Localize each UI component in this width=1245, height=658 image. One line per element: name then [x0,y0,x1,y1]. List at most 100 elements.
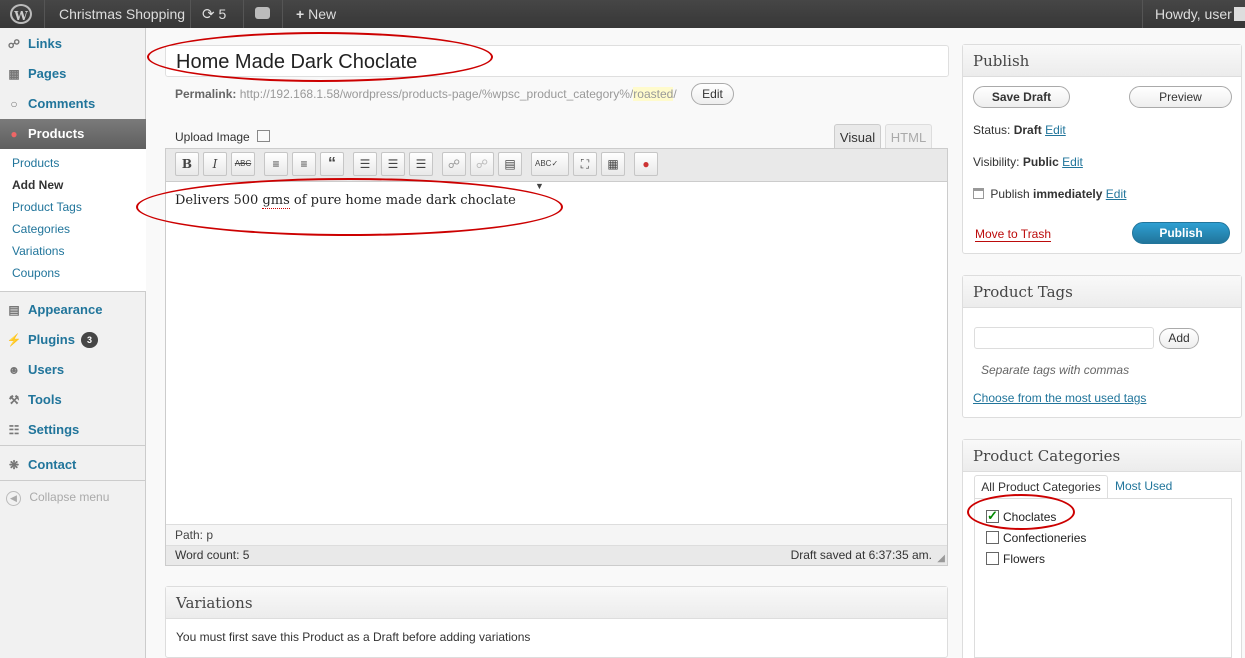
visibility-label: Visibility: [973,155,1020,169]
menu-label: Tools [28,392,62,407]
status-edit-link[interactable]: Edit [1045,123,1066,137]
menu-label: Appearance [28,302,103,317]
tab-visual[interactable]: Visual [834,124,881,149]
menu-pages[interactable]: ▦ Pages [0,59,146,89]
blockquote-button[interactable]: “ [320,152,344,176]
permalink-url[interactable]: http://192.168.1.58/wordpress/products-p… [240,87,634,101]
pages-icon: ▦ [8,67,20,81]
menu-label: Pages [28,66,67,81]
strikethrough-button[interactable]: ABC [231,152,255,176]
avatar[interactable] [1234,7,1245,21]
bold-button[interactable]: B [175,152,199,176]
add-tag-button[interactable]: Add [1159,328,1199,349]
italic-button[interactable]: I [203,152,227,176]
word-count: Word count: 5 [175,548,250,562]
new-label: New [308,6,337,22]
publish-label: Publish [990,187,1030,201]
comment-bubble-icon[interactable] [255,7,270,19]
howdy-user-link[interactable]: Howdy, user [1155,0,1232,28]
annotation-oval-title [147,32,493,82]
tools-icon: ⚒ [8,393,20,407]
move-to-trash-link[interactable]: Move to Trash [975,227,1052,242]
settings-icon: ☷ [8,423,20,437]
menu-settings[interactable]: ☷ Settings [0,415,146,445]
appearance-icon: ▤ [8,303,20,317]
draft-saved-status: Draft saved at 6:37:35 am. [790,548,932,562]
annotation-oval-content [136,178,563,236]
resize-handle-icon[interactable]: ◢ [937,549,945,568]
path-bar: Path: p [166,524,947,545]
status-row: Status: Draft Edit [973,123,1066,137]
publish-title: Publish [963,45,1241,77]
contact-icon: ❋ [8,458,20,472]
status-value: Draft [1013,123,1042,137]
product-shortcode-icon[interactable]: ● [634,152,658,176]
publish-box: Publish Save Draft Preview Status: Draft… [962,44,1242,254]
admin-bar: W Christmas Shopping ⟳ 5 + New Howdy, us… [0,0,1245,28]
align-left-button[interactable]: ☰ [353,152,377,176]
submenu-coupons[interactable]: Coupons [12,266,60,280]
insert-link-button[interactable]: ☍ [442,152,466,176]
publish-button[interactable]: Publish [1132,222,1230,244]
new-content-link[interactable]: + New [296,0,336,28]
visibility-edit-link[interactable]: Edit [1062,155,1083,169]
products-icon: ● [10,127,18,141]
category-checkbox[interactable] [986,552,999,565]
product-categories-title: Product Categories [963,440,1241,472]
updates-link[interactable]: ⟳ 5 [202,0,226,28]
submenu-product-tags[interactable]: Product Tags [12,200,82,214]
menu-label: Contact [28,457,77,472]
align-center-button[interactable]: ☰ [381,152,405,176]
path-value[interactable]: p [206,528,213,542]
plug-icon: ⚡ [6,333,22,347]
spellcheck-button[interactable]: ABC✓ ▼ [531,152,569,191]
preview-button[interactable]: Preview [1129,86,1232,108]
calendar-icon [973,188,984,199]
more-tag-button[interactable]: ▤ [498,152,522,176]
save-draft-button[interactable]: Save Draft [973,86,1070,108]
link-icon: ☍ [7,37,21,51]
unlink-button[interactable]: ☍ [470,152,494,176]
menu-links[interactable]: ☍ Links [0,29,146,59]
menu-products[interactable]: ● Products [0,119,146,149]
plus-icon: + [296,6,305,22]
choose-most-used-tags-link[interactable]: Choose from the most used tags [973,391,1146,405]
menu-label: Links [28,36,62,51]
product-tags-title: Product Tags [963,276,1241,308]
tab-html[interactable]: HTML [885,124,932,149]
submenu-products[interactable]: Products [12,156,59,170]
collapse-menu[interactable]: ◀ Collapse menu [6,488,109,506]
align-right-button[interactable]: ☰ [409,152,433,176]
menu-users[interactable]: ☻ Users [0,355,146,385]
numbered-list-button[interactable]: ≡ [292,152,316,176]
menu-tools[interactable]: ⚒ Tools [0,385,146,415]
menu-contact[interactable]: ❋ Contact [0,450,146,480]
submenu-variations[interactable]: Variations [12,244,64,258]
fullscreen-button[interactable]: ⛶ [573,152,597,176]
category-checkbox[interactable] [986,531,999,544]
tab-most-used[interactable]: Most Used [1115,479,1172,493]
status-label: Status: [973,123,1011,137]
image-icon [257,130,271,142]
menu-label: Settings [28,422,80,437]
upload-image-label: Upload Image [175,130,250,144]
site-name-link[interactable]: Christmas Shopping [59,0,185,28]
permalink-slug[interactable]: roasted [633,87,674,101]
tag-input[interactable] [974,327,1154,349]
wordpress-logo-icon[interactable]: W [10,4,32,24]
product-categories-box: Product Categories All Product Categorie… [962,439,1242,658]
menu-label: Comments [28,96,96,111]
visibility-row: Visibility: Public Edit [973,155,1083,169]
menu-comments[interactable]: ○ Comments [0,89,146,119]
submenu-categories[interactable]: Categories [12,222,70,236]
bullet-list-button[interactable]: ≡ [264,152,288,176]
menu-appearance[interactable]: ▤ Appearance [0,295,146,325]
permalink-edit-button[interactable]: Edit [691,83,734,105]
plugins-badge: 3 [81,332,98,348]
category-label: Flowers [1003,552,1046,566]
kitchen-sink-button[interactable]: ▦ [601,152,625,176]
submenu-add-new[interactable]: Add New [12,178,63,192]
schedule-edit-link[interactable]: Edit [1106,187,1127,201]
menu-plugins[interactable]: ⚡ Plugins 3 [0,325,146,355]
upload-image-link[interactable]: Upload Image [175,130,271,144]
